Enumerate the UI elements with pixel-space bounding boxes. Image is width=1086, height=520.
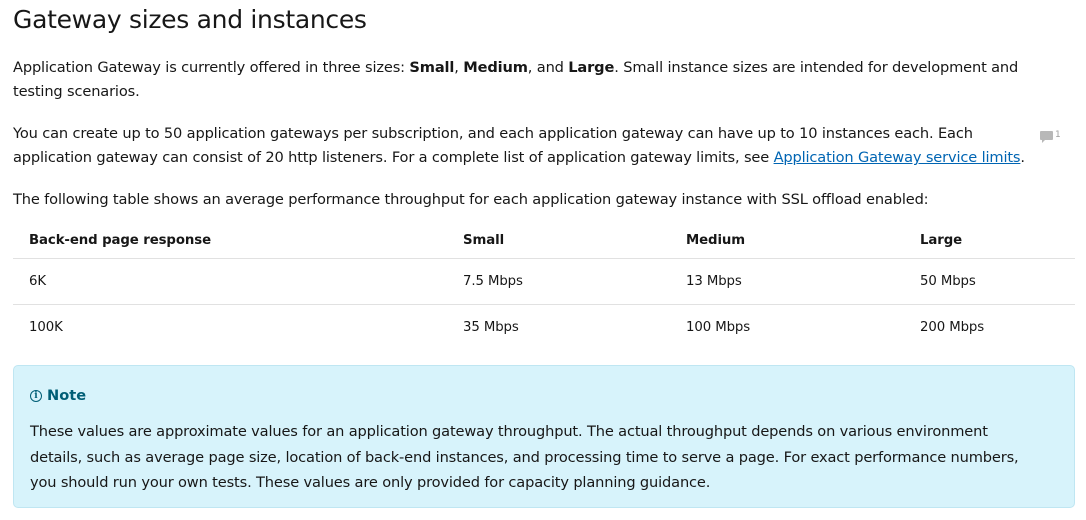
table-intro-paragraph: The following table shows an average per… [13, 191, 929, 208]
table-row: 6K 7.5 Mbps 13 Mbps 50 Mbps [13, 258, 1075, 305]
note-title: Note [47, 387, 87, 404]
limits-paragraph: You can create up to 50 application gate… [13, 122, 1053, 170]
table-cell: 100K [29, 320, 63, 335]
column-header-medium: Medium [670, 222, 904, 259]
sizes-separator-2: , and [527, 59, 569, 76]
note-callout: i Note These values are approximate valu… [13, 365, 1075, 508]
comment-feedback-button[interactable]: 1 [1040, 128, 1064, 143]
sizes-paragraph: Application Gateway is currently offered… [13, 56, 1053, 104]
limits-text-end: . [1020, 149, 1025, 166]
article-section: Gateway sizes and instances Application … [13, 0, 1075, 508]
throughput-table: Back-end page response Small Medium Larg… [13, 222, 1075, 350]
size-large-bold: Large [568, 59, 615, 76]
note-body: These values are approximate values for … [30, 423, 1019, 491]
table-cell: 6K [13, 258, 447, 305]
size-medium-bold: Medium [463, 59, 528, 76]
comment-count: 1 [1055, 130, 1061, 140]
sizes-text-start: Application Gateway is currently offered… [13, 59, 410, 76]
comment-icon [1040, 130, 1053, 143]
size-small-bold: Small [409, 59, 455, 76]
table-cell: 35 Mbps [463, 320, 519, 335]
table-cell: 100 Mbps [686, 320, 751, 335]
column-header-small: Small [447, 222, 670, 259]
section-heading: Gateway sizes and instances [13, 5, 367, 34]
info-icon: i [30, 390, 42, 402]
service-limits-link[interactable]: Application Gateway service limits [774, 149, 1021, 166]
sizes-separator-1: , [454, 59, 464, 76]
table-cell: 13 Mbps [670, 258, 904, 305]
table-cell: 50 Mbps [904, 258, 1075, 305]
table-row: 100K 35 Mbps 100 Mbps 200 Mbps [13, 305, 1075, 351]
table-header-row: Back-end page response Small Medium Larg… [13, 222, 1075, 259]
column-header-page-response: Back-end page response [13, 222, 447, 259]
table-cell: 200 Mbps [920, 320, 985, 335]
column-header-large: Large [904, 222, 1075, 259]
note-header: i Note [30, 386, 1058, 406]
table-cell: 7.5 Mbps [447, 258, 670, 305]
